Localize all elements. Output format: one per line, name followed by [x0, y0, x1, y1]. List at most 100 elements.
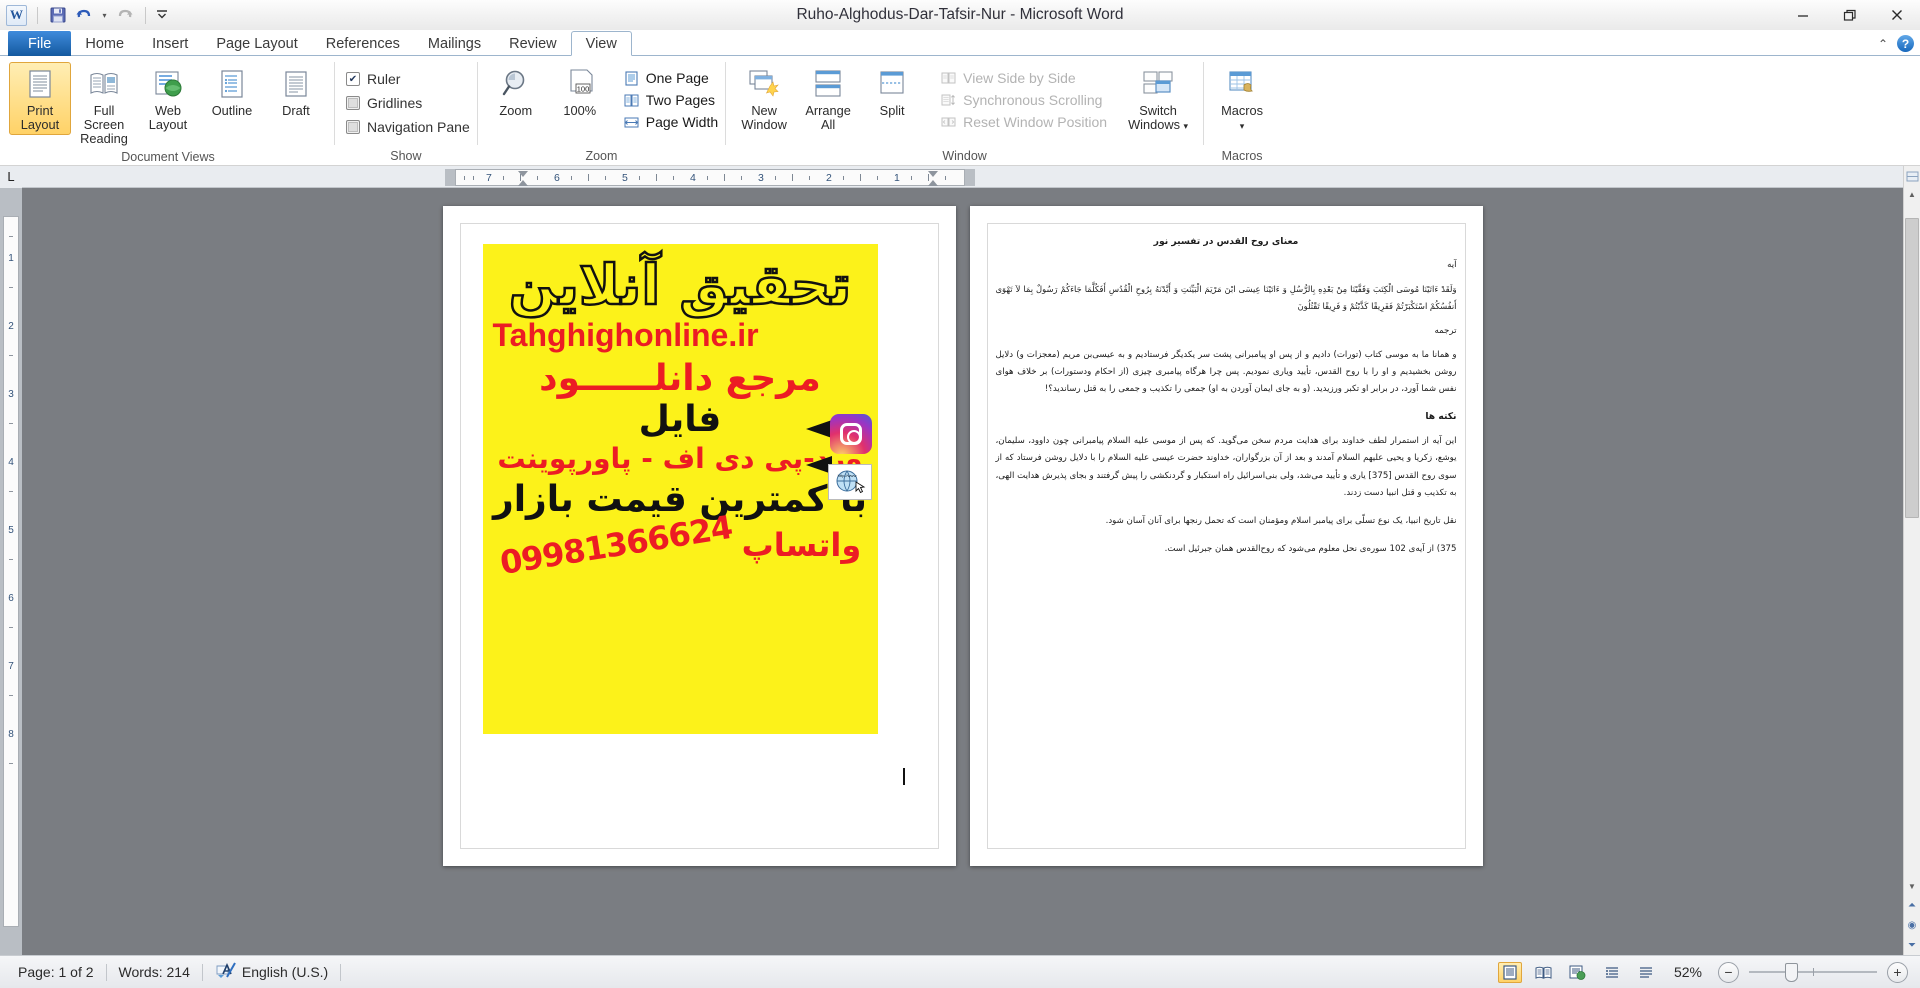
vertical-ruler[interactable]: 1 2 3 4 5 6 7 8: [0, 188, 22, 955]
scrollbar-thumb[interactable]: [1905, 218, 1919, 518]
new-window-button[interactable]: New Window: [733, 62, 795, 135]
zoom-100-button[interactable]: 100 100%: [549, 62, 611, 121]
help-icon[interactable]: ?: [1897, 35, 1914, 52]
tab-references[interactable]: References: [312, 31, 414, 56]
save-icon[interactable]: [48, 6, 67, 25]
tab-home[interactable]: Home: [71, 31, 138, 56]
full-screen-reading-label: Full Screen Reading: [80, 103, 128, 146]
zoom-100-icon: 100: [562, 66, 598, 102]
checkbox-ruler-box[interactable]: [346, 72, 360, 86]
spell-check-icon[interactable]: [215, 962, 236, 982]
vertical-scrollbar[interactable]: ▲ ▼ ⏶ ◉ ⏷: [1903, 166, 1920, 955]
page-scroll-region: 1 2 3 4 5 6 7 8 تحقیق آنلاین Tahghighonl…: [0, 188, 1903, 955]
status-view-full-screen-reading[interactable]: [1532, 962, 1556, 983]
horizontal-ruler-inner[interactable]: 7 6 5 4 3 2 1: [455, 169, 965, 186]
reset-window-position-item[interactable]: Reset Window Position: [940, 111, 1107, 133]
minimize-ribbon-icon[interactable]: ⌃: [1878, 37, 1888, 51]
zoom-button[interactable]: Zoom: [485, 62, 547, 121]
note-paragraph-1: این آیه از استمرار لطف خداوند برای هدایت…: [995, 436, 1457, 498]
switch-windows-button[interactable]: Switch Windows ▾: [1120, 62, 1196, 136]
checkbox-gridlines-box[interactable]: [346, 96, 360, 110]
group-label-window: Window: [942, 149, 987, 163]
scrollbar-top-group: ▲: [1904, 166, 1920, 203]
scroll-up-arrow[interactable]: ▲: [1904, 186, 1920, 203]
sync-scroll-icon: [940, 92, 957, 109]
tab-file[interactable]: File: [8, 31, 72, 56]
status-view-print-layout[interactable]: [1497, 961, 1522, 983]
advertisement-image[interactable]: تحقیق آنلاین Tahghighonline.ir مرجع دانل…: [482, 244, 878, 734]
scrollbar-split-handle[interactable]: [1904, 166, 1920, 186]
macros-caret[interactable]: ▾: [1240, 121, 1245, 131]
web-layout-button[interactable]: Web Layout: [137, 62, 199, 135]
minimize-button[interactable]: [1779, 0, 1826, 30]
note-paragraph-2: نقل تاریخ انبیا، یک نوع تسلّی برای پیامب…: [1105, 515, 1457, 526]
one-page-item[interactable]: One Page: [623, 67, 718, 89]
tab-page-layout[interactable]: Page Layout: [202, 31, 311, 56]
scroll-down-arrow[interactable]: ▼: [1904, 878, 1920, 895]
right-indent-marker[interactable]: [928, 170, 939, 187]
split-icon: [874, 66, 910, 102]
zoom-100-label: 100%: [563, 103, 597, 118]
tab-insert[interactable]: Insert: [138, 31, 202, 56]
print-layout-button[interactable]: Print Layout: [9, 62, 71, 135]
view-side-by-side-item[interactable]: View Side by Side: [940, 67, 1107, 89]
vruler-number-2: 2: [8, 321, 14, 332]
tab-stop-selector[interactable]: L: [0, 165, 22, 188]
select-browse-object-icon[interactable]: ◉: [1904, 915, 1920, 935]
status-view-web-layout[interactable]: [1566, 962, 1590, 983]
group-label-macros: Macros: [1221, 149, 1263, 163]
checkbox-navigation-pane[interactable]: Navigation Pane: [346, 116, 470, 138]
tab-review[interactable]: Review: [495, 31, 571, 56]
status-language-group[interactable]: English (U.S.): [203, 962, 340, 982]
undo-dropdown-caret[interactable]: ▾: [100, 11, 109, 20]
checkbox-gridlines[interactable]: Gridlines: [346, 92, 422, 114]
synchronous-scrolling-item[interactable]: Synchronous Scrolling: [940, 89, 1107, 111]
outline-button[interactable]: Outline: [201, 62, 263, 121]
left-indent-marker[interactable]: [518, 170, 529, 187]
checkbox-navigation-pane-box[interactable]: [346, 120, 360, 134]
ad-contact-row: واتساپ 09981366624: [483, 508, 878, 582]
tab-mailings[interactable]: Mailings: [414, 31, 495, 56]
customize-qat-icon[interactable]: [156, 9, 167, 21]
next-page-icon[interactable]: ⏷: [1904, 935, 1920, 955]
group-zoom: Zoom 100 100% One Page Two Pages Page Wi…: [480, 56, 723, 165]
status-word-count[interactable]: Words: 214: [107, 964, 202, 980]
status-view-outline[interactable]: [1600, 962, 1624, 983]
close-button[interactable]: [1873, 0, 1920, 30]
draft-button[interactable]: Draft: [265, 62, 327, 121]
two-pages-item[interactable]: Two Pages: [623, 89, 718, 111]
word-logo-icon[interactable]: W: [6, 4, 27, 26]
previous-page-icon[interactable]: ⏶: [1904, 895, 1920, 915]
zoom-out-button[interactable]: −: [1718, 961, 1739, 983]
page-2-content[interactable]: معنای روح القدس در تفسیر نور آیه وَلَقَد…: [996, 236, 1457, 846]
side-by-side-icon: [940, 70, 957, 87]
zoom-in-button[interactable]: +: [1887, 961, 1908, 983]
checkbox-ruler[interactable]: Ruler: [346, 68, 400, 90]
split-button[interactable]: Split: [861, 62, 923, 121]
zoom-slider-thumb[interactable]: [1785, 962, 1798, 982]
two-pages-label: Two Pages: [645, 92, 716, 108]
zoom-percentage[interactable]: 52%: [1668, 964, 1708, 980]
synchronous-scrolling-label: Synchronous Scrolling: [963, 92, 1103, 108]
zoom-slider[interactable]: [1749, 962, 1877, 983]
status-page-indicator[interactable]: Page: 1 of 2: [6, 964, 106, 980]
full-screen-reading-button[interactable]: Full Screen Reading: [73, 62, 135, 149]
undo-icon[interactable]: [74, 6, 93, 25]
group-show: Ruler Gridlines Navigation Pane Show: [337, 56, 475, 165]
arrange-all-button[interactable]: Arrange All: [797, 62, 859, 135]
vertical-ruler-inner[interactable]: 1 2 3 4 5 6 7 8: [3, 216, 19, 927]
page-width-item[interactable]: Page Width: [623, 111, 718, 133]
document-page-1[interactable]: تحقیق آنلاین Tahghighonline.ir مرجع دانل…: [442, 206, 956, 866]
page-width-icon: [623, 114, 640, 131]
status-view-draft[interactable]: [1634, 962, 1658, 983]
restore-button[interactable]: [1826, 0, 1873, 30]
switch-windows-caret[interactable]: ▾: [1184, 121, 1189, 131]
footnote-paragraph: 375) از آیه‌ی 102 سوره‌ی نحل معلوم می‌شو…: [1164, 544, 1457, 555]
ribbon-tab-strip: File Home Insert Page Layout References …: [0, 30, 1920, 56]
ribbon-view-tab: Print Layout Full Screen Reading Web Lay…: [0, 56, 1920, 166]
reset-window-position-label: Reset Window Position: [963, 114, 1108, 130]
macros-button[interactable]: Macros ▾: [1211, 62, 1273, 136]
document-page-2[interactable]: معنای روح القدس در تفسیر نور آیه وَلَقَد…: [969, 206, 1483, 866]
horizontal-ruler[interactable]: 7 6 5 4 3 2 1: [445, 169, 975, 186]
tab-view[interactable]: View: [570, 31, 632, 56]
